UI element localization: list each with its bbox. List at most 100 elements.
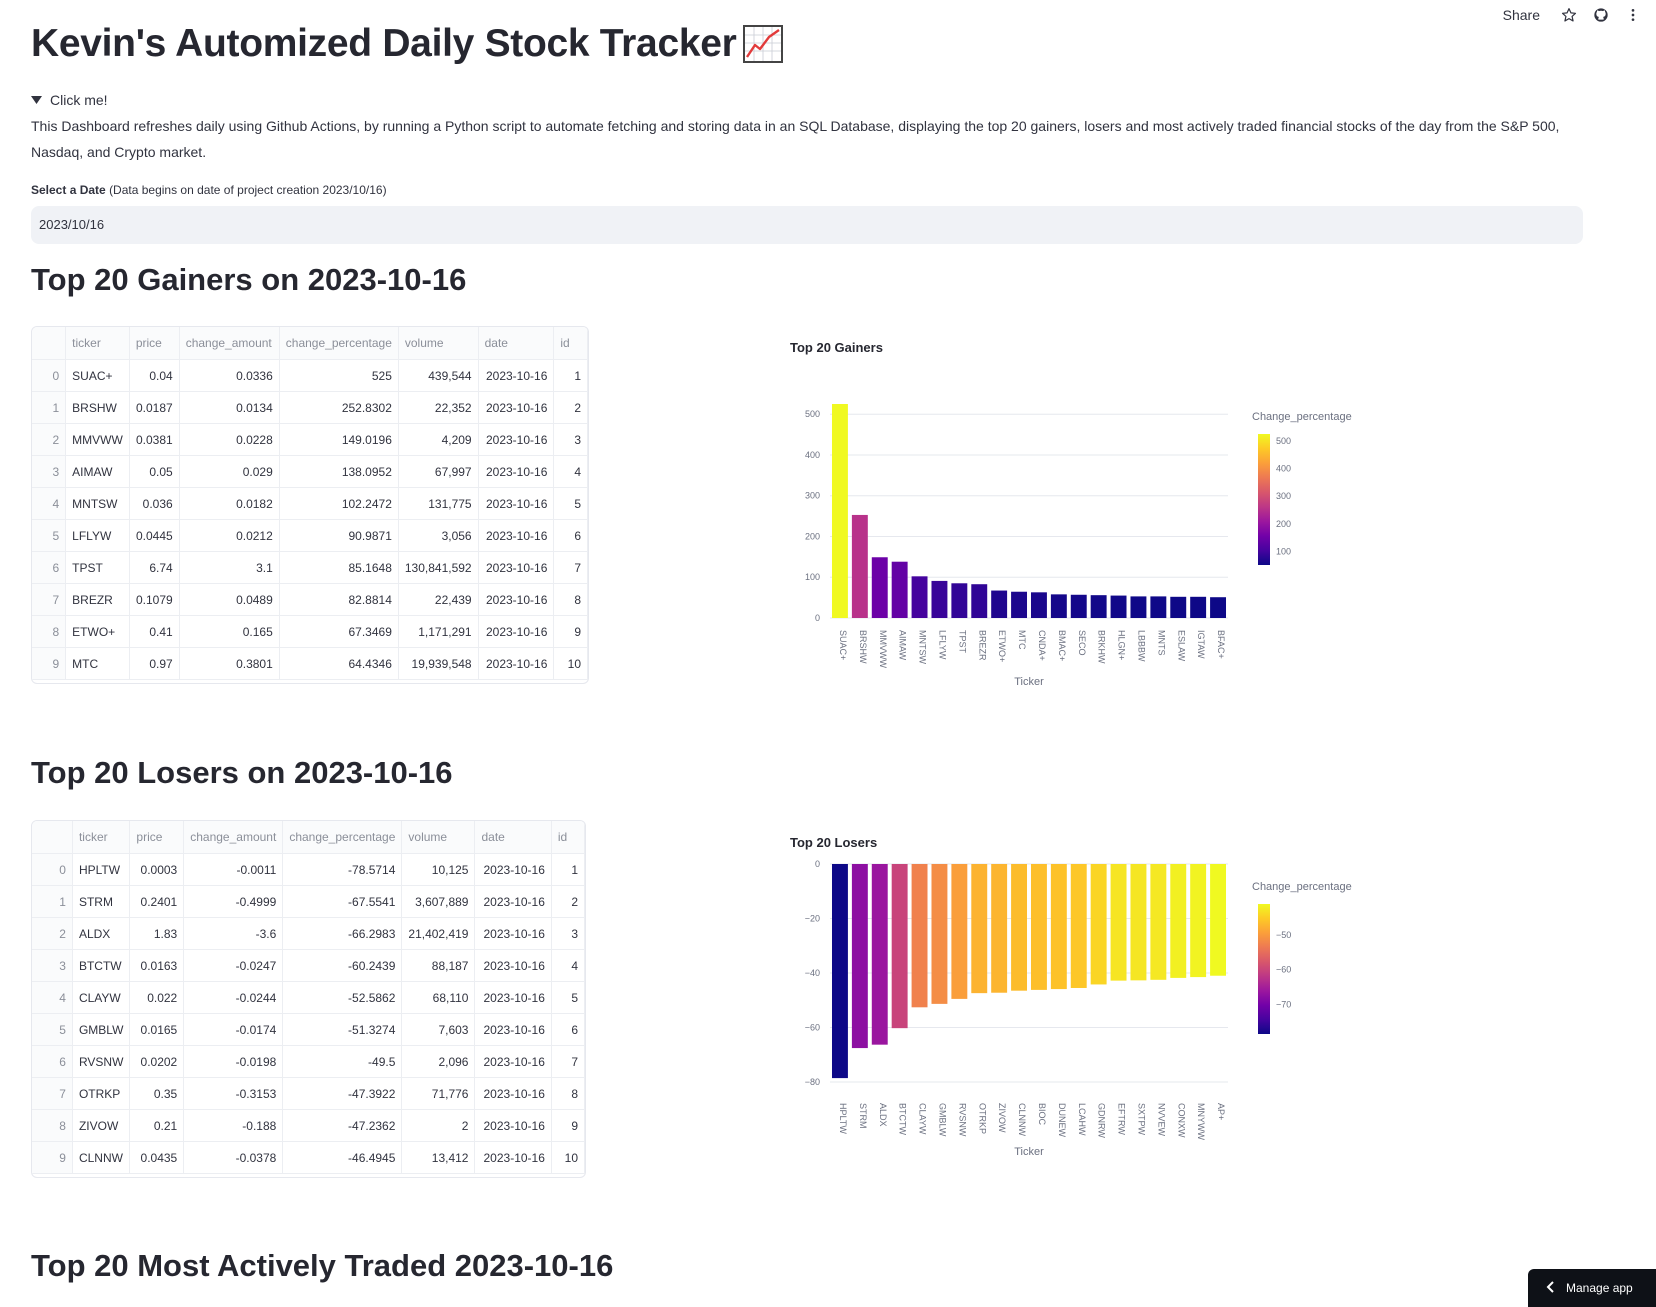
table-cell[interactable]: BRSHW [65,391,130,424]
table-cell[interactable]: 0.036 [129,487,180,520]
col-header-change-percentage[interactable]: change_percentage [282,821,403,854]
gainers-dataframe[interactable]: ticker price change_amount change_percen… [31,326,589,684]
table-cell[interactable]: 0.022 [129,981,185,1014]
row-index-cell[interactable]: 0 [32,853,73,886]
col-header-change-amount[interactable]: change_amount [179,327,280,360]
table-cell[interactable]: 10 [553,647,588,680]
table-cell[interactable]: 2023-10-16 [474,917,552,950]
table-cell[interactable]: 8 [553,583,588,616]
table-cell[interactable]: 0.04 [129,359,180,392]
more-vert-icon[interactable] [1624,6,1642,24]
table-row[interactable]: 5 GMBLW 0.0165 -0.0174 -51.3274 7,603 2023-10-… [32,1013,585,1046]
table-cell[interactable]: 2023-10-16 [478,551,555,584]
table-cell[interactable]: 102.2472 [279,487,399,520]
table-cell[interactable]: 0.35 [129,1077,185,1110]
table-cell[interactable]: -52.5862 [282,981,403,1014]
table-cell[interactable]: 0.05 [129,455,180,488]
table-row[interactable]: 7 OTRKP 0.35 -0.3153 -47.3922 71,776 2023-10-1… [32,1077,585,1110]
row-index-cell[interactable]: 8 [32,1109,73,1142]
table-cell[interactable]: 0.3801 [179,647,280,680]
table-cell[interactable]: 525 [279,359,399,392]
table-row[interactable]: 8 ETWO+ 0.41 0.165 67.3469 1,171,291 2023-10-1… [32,615,588,648]
table-cell[interactable]: 2023-10-16 [478,423,555,456]
table-cell[interactable]: TPST [65,551,130,584]
table-cell[interactable]: 5 [551,981,585,1014]
table-cell[interactable]: 0.0003 [129,853,185,886]
losers-dataframe[interactable]: ticker price change_amount change_percen… [31,820,586,1178]
row-index-cell[interactable]: 1 [32,391,67,424]
table-cell[interactable]: OTRKP [72,1077,131,1110]
table-cell[interactable]: 9 [553,615,588,648]
table-cell[interactable]: 2 [553,391,588,424]
table-cell[interactable]: 2023-10-16 [478,647,555,680]
table-cell[interactable]: 6 [553,519,588,552]
table-cell[interactable]: MNTSW [65,487,130,520]
table-cell[interactable]: 7 [551,1045,585,1078]
row-index-cell[interactable]: 4 [32,981,73,1014]
table-cell[interactable]: 4 [551,949,585,982]
table-row[interactable]: 0 SUAC+ 0.04 0.0336 525 439,544 2023-10-16 1 [32,359,588,392]
col-header-price[interactable]: price [129,821,185,854]
table-row[interactable]: 1 STRM 0.2401 -0.4999 -67.5541 3,607,889 2023-… [32,885,585,918]
table-row[interactable]: 7 BREZR 0.1079 0.0489 82.8814 22,439 2023-10-1… [32,583,588,616]
table-cell[interactable]: 2023-10-16 [474,981,552,1014]
table-cell[interactable]: 64.4346 [279,647,399,680]
row-index-cell[interactable]: 5 [32,1013,73,1046]
table-cell[interactable]: 3,056 [398,519,479,552]
col-header-volume[interactable]: volume [398,327,479,360]
github-icon[interactable] [1592,6,1610,24]
table-cell[interactable]: -47.2362 [282,1109,403,1142]
col-header-change-percentage[interactable]: change_percentage [279,327,399,360]
table-cell[interactable]: 0.165 [179,615,280,648]
table-cell[interactable]: 7,603 [401,1013,476,1046]
table-cell[interactable]: 0.0165 [129,1013,185,1046]
row-index-cell[interactable]: 9 [32,1141,73,1174]
table-cell[interactable]: 252.8302 [279,391,399,424]
table-cell[interactable]: 90.9871 [279,519,399,552]
table-cell[interactable]: 1,171,291 [398,615,479,648]
star-icon[interactable] [1560,6,1578,24]
table-cell[interactable]: 2023-10-16 [474,1045,552,1078]
table-cell[interactable]: 3.1 [179,551,280,584]
table-cell[interactable]: 2023-10-16 [474,1141,552,1174]
table-cell[interactable]: 4,209 [398,423,479,456]
table-cell[interactable]: 0.0336 [179,359,280,392]
row-index-cell[interactable]: 3 [32,949,73,982]
row-index-cell[interactable]: 2 [32,423,67,456]
table-row[interactable]: 2 ALDX 1.83 -3.6 -66.2983 21,402,419 2023-10-1… [32,917,585,950]
table-cell[interactable]: MMVWW [65,423,130,456]
table-cell[interactable]: -60.2439 [282,949,403,982]
table-cell[interactable]: 67.3469 [279,615,399,648]
gainers-bar-chart[interactable]: Top 20 Gainers 0 100 200 300 400 500 SUAC+ BRSHW… [790,342,1440,727]
col-header-ticker[interactable]: ticker [72,821,131,854]
col-header-ticker[interactable]: ticker [65,327,130,360]
table-cell[interactable]: RVSNW [72,1045,131,1078]
table-cell[interactable]: 2023-10-16 [474,885,552,918]
col-header-date[interactable]: date [474,821,552,854]
table-row[interactable]: 9 CLNNW 0.0435 -0.0378 -46.4945 13,412 2023-10… [32,1141,585,1174]
table-row[interactable]: 4 MNTSW 0.036 0.0182 102.2472 131,775 2023-10-… [32,487,588,520]
table-cell[interactable]: STRM [72,885,131,918]
table-cell[interactable]: 0.0435 [129,1141,185,1174]
table-cell[interactable]: -0.0011 [183,853,284,886]
table-cell[interactable]: 0.0202 [129,1045,185,1078]
table-cell[interactable]: -0.0174 [183,1013,284,1046]
table-cell[interactable]: 2023-10-16 [474,853,552,886]
table-row[interactable]: 4 CLAYW 0.022 -0.0244 -52.5862 68,110 2023-10-… [32,981,585,1014]
table-row[interactable]: 0 HPLTW 0.0003 -0.0011 -78.5714 10,125 2023-10… [32,853,585,886]
table-cell[interactable]: 2023-10-16 [474,1077,552,1110]
table-cell[interactable]: 0.2401 [129,885,185,918]
col-header-price[interactable]: price [129,327,180,360]
table-cell[interactable]: 0.0182 [179,487,280,520]
table-cell[interactable]: 131,775 [398,487,479,520]
table-cell[interactable]: AIMAW [65,455,130,488]
col-header-index[interactable] [32,821,73,854]
row-index-cell[interactable]: 0 [32,359,67,392]
click-me-expander[interactable]: Click me! [31,92,108,108]
table-cell[interactable]: 0.0163 [129,949,185,982]
table-cell[interactable]: 0.0381 [129,423,180,456]
table-cell[interactable]: HPLTW [72,853,131,886]
table-cell[interactable]: 2 [551,885,585,918]
table-cell[interactable]: 0.0212 [179,519,280,552]
table-cell[interactable]: -0.0198 [183,1045,284,1078]
